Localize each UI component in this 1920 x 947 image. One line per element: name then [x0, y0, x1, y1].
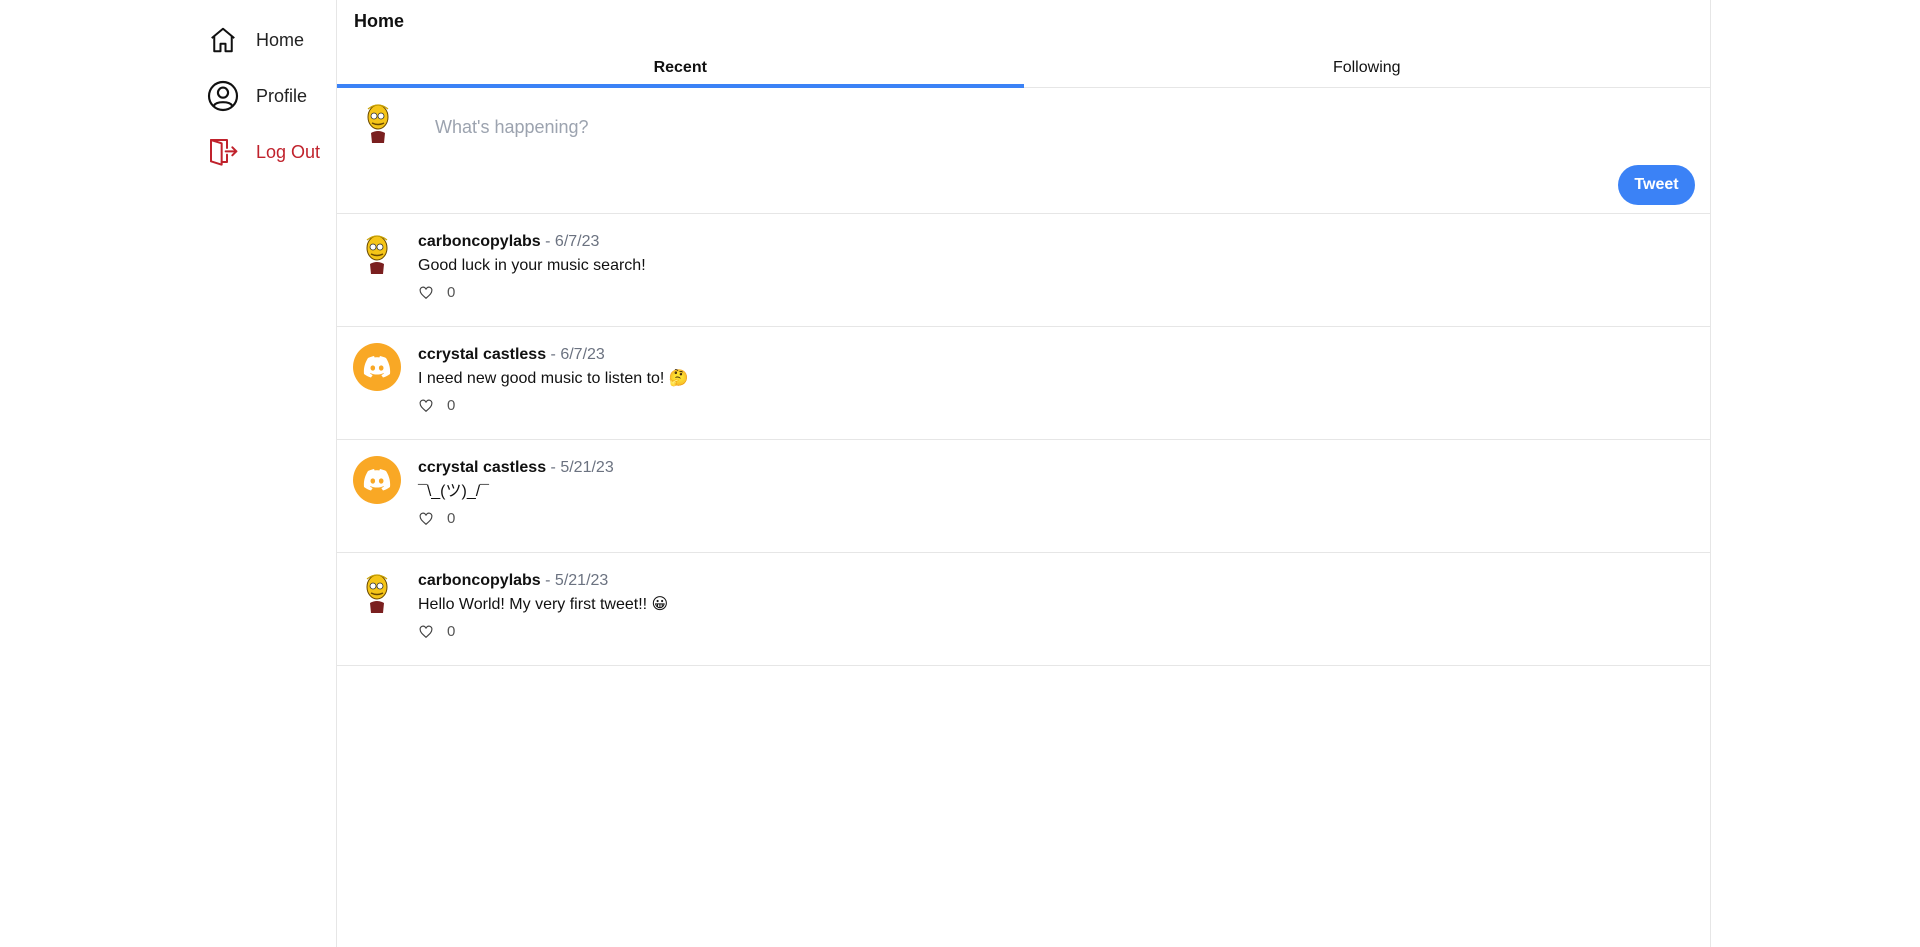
- sidebar-item-label: Profile: [256, 85, 308, 106]
- main-column: Home Recent Following Tweet: [336, 0, 1711, 947]
- feed-tabs: Recent Following: [337, 48, 1710, 88]
- tweet-date: 6/7/23: [560, 346, 605, 363]
- discord-icon: [363, 356, 391, 378]
- tweet-content: ccrystal castless - 6/7/23 I need new go…: [418, 345, 689, 414]
- tweet-text: Hello World! My very first tweet!! 😀: [418, 596, 669, 613]
- cartoon-avatar-icon: [367, 104, 389, 143]
- tweet-actions: 0: [418, 510, 614, 527]
- avatar[interactable]: [353, 343, 401, 391]
- tab-following[interactable]: Following: [1024, 48, 1711, 87]
- avatar[interactable]: [353, 230, 401, 278]
- tweet-separator: -: [540, 233, 555, 250]
- tweet-actions: 0: [418, 397, 689, 414]
- tweet-item: carboncopylabs - 5/21/23 Hello World! My…: [337, 553, 1710, 666]
- tweet-separator: -: [546, 346, 561, 363]
- logout-icon: [206, 135, 240, 169]
- sidebar-item-home[interactable]: Home: [206, 20, 304, 60]
- like-count: 0: [447, 510, 456, 527]
- tweet-item: ccrystal castless - 5/21/23 ¯\_(ツ)_/¯ 0: [337, 440, 1710, 553]
- tweet-actions: 0: [418, 623, 668, 640]
- tweet-separator: -: [540, 572, 555, 589]
- tweet-composer: Tweet: [337, 89, 1710, 214]
- tweet-meta: ccrystal castless - 6/7/23: [418, 345, 689, 365]
- tweet-item: ccrystal castless - 6/7/23 I need new go…: [337, 327, 1710, 440]
- tweet-author[interactable]: carboncopylabs: [418, 233, 541, 250]
- tweet-button[interactable]: Tweet: [1618, 165, 1695, 205]
- cartoon-avatar-icon: [366, 574, 388, 613]
- tweet-date: 6/7/23: [554, 233, 600, 250]
- tweet-feed: carboncopylabs - 6/7/23 Good luck in you…: [337, 214, 1710, 666]
- sidebar-item-label: Home: [256, 29, 305, 50]
- avatar: [354, 99, 402, 147]
- tweet-content: carboncopylabs - 5/21/23 Hello World! My…: [418, 571, 668, 640]
- app-layout: Home Profile Log Out Home Recent Followi…: [0, 0, 1920, 947]
- sidebar-item-label: Log Out: [256, 141, 321, 162]
- avatar[interactable]: [353, 456, 401, 504]
- tweet-date: 5/21/23: [554, 572, 609, 589]
- tweet-text: I need new good music to listen to! 🤔: [418, 370, 689, 387]
- home-icon: [206, 23, 240, 57]
- like-count: 0: [447, 623, 456, 640]
- tweet-text: ¯\_(ツ)_/¯: [418, 483, 490, 500]
- heart-icon[interactable]: [418, 285, 434, 301]
- tweet-item: carboncopylabs - 6/7/23 Good luck in you…: [337, 214, 1710, 327]
- tweet-content: ccrystal castless - 5/21/23 ¯\_(ツ)_/¯ 0: [418, 458, 614, 527]
- tweet-text: Good luck in your music search!: [418, 257, 646, 274]
- like-count: 0: [447, 397, 456, 414]
- avatar[interactable]: [353, 569, 401, 617]
- cartoon-avatar-icon: [366, 235, 388, 274]
- composer-input[interactable]: [433, 111, 1633, 143]
- tweet-meta: carboncopylabs - 6/7/23: [418, 232, 646, 252]
- tweet-actions: 0: [418, 284, 646, 301]
- heart-icon[interactable]: [418, 398, 434, 414]
- user-circle-icon: [206, 79, 240, 113]
- tweet-author[interactable]: carboncopylabs: [418, 572, 541, 589]
- tweet-author[interactable]: ccrystal castless: [418, 459, 546, 476]
- page-title: Home: [354, 11, 405, 31]
- tab-recent[interactable]: Recent: [337, 48, 1024, 88]
- tweet-author[interactable]: ccrystal castless: [418, 346, 546, 363]
- heart-icon[interactable]: [418, 624, 434, 640]
- tweet-date: 5/21/23: [560, 459, 614, 476]
- tweet-meta: ccrystal castless - 5/21/23: [418, 458, 614, 478]
- like-count: 0: [447, 284, 456, 301]
- heart-icon[interactable]: [418, 511, 434, 527]
- tweet-separator: -: [546, 459, 561, 476]
- sidebar-item-logout[interactable]: Log Out: [206, 132, 320, 172]
- tweet-content: carboncopylabs - 6/7/23 Good luck in you…: [418, 232, 646, 301]
- discord-icon: [363, 469, 391, 491]
- tweet-meta: carboncopylabs - 5/21/23: [418, 571, 668, 591]
- sidebar-item-profile[interactable]: Profile: [206, 76, 307, 116]
- sidebar: Home Profile Log Out: [0, 0, 336, 947]
